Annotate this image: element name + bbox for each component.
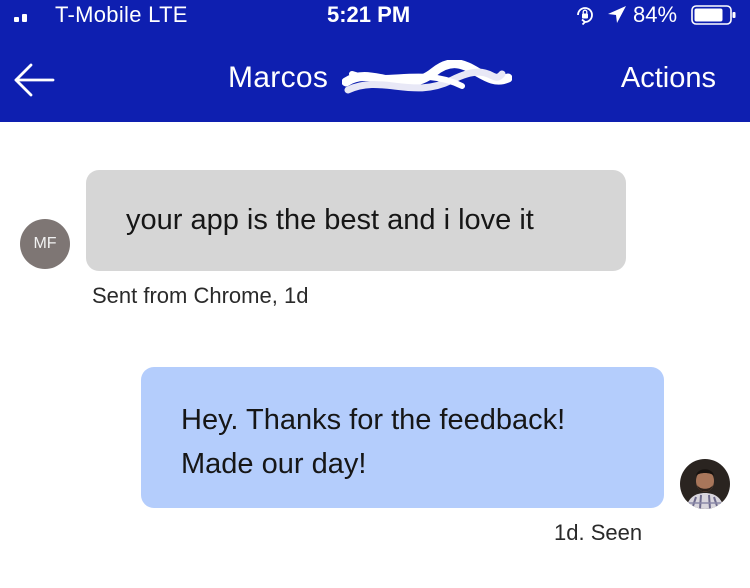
incoming-message-meta: Sent from Chrome, 1d bbox=[92, 283, 309, 308]
outgoing-message-bubble[interactable]: Hey. Thanks for the feedback! Made our d… bbox=[141, 367, 664, 508]
status-time: 5:21 PM bbox=[327, 2, 411, 27]
battery-icon bbox=[691, 5, 736, 25]
battery-percent: 84% bbox=[633, 2, 678, 27]
sender-avatar[interactable]: MF bbox=[20, 219, 70, 269]
location-icon bbox=[608, 6, 626, 23]
outgoing-message-line: Hey. Thanks for the feedback! bbox=[181, 404, 566, 436]
status-bar: T-Mobile LTE 5:21 PM 84% bbox=[0, 0, 750, 30]
outgoing-message-meta: 1d. Seen bbox=[554, 520, 643, 545]
outgoing-message-line: Made our day! bbox=[181, 448, 367, 480]
incoming-message-bubble[interactable]: your app is the best and i love it bbox=[86, 170, 626, 271]
contact-name: Marcos bbox=[228, 61, 329, 94]
arrow-left-icon bbox=[14, 63, 55, 97]
carrier-label: T-Mobile LTE bbox=[55, 2, 188, 27]
user-photo-avatar[interactable] bbox=[680, 459, 730, 509]
redaction-scribble bbox=[342, 60, 512, 94]
app-header: T-Mobile LTE 5:21 PM 84% Marcos Actions bbox=[0, 0, 750, 122]
orientation-lock-icon bbox=[577, 7, 593, 26]
actions-button[interactable]: Actions bbox=[621, 60, 716, 96]
back-button[interactable] bbox=[14, 62, 56, 98]
signal-icon bbox=[14, 12, 40, 22]
